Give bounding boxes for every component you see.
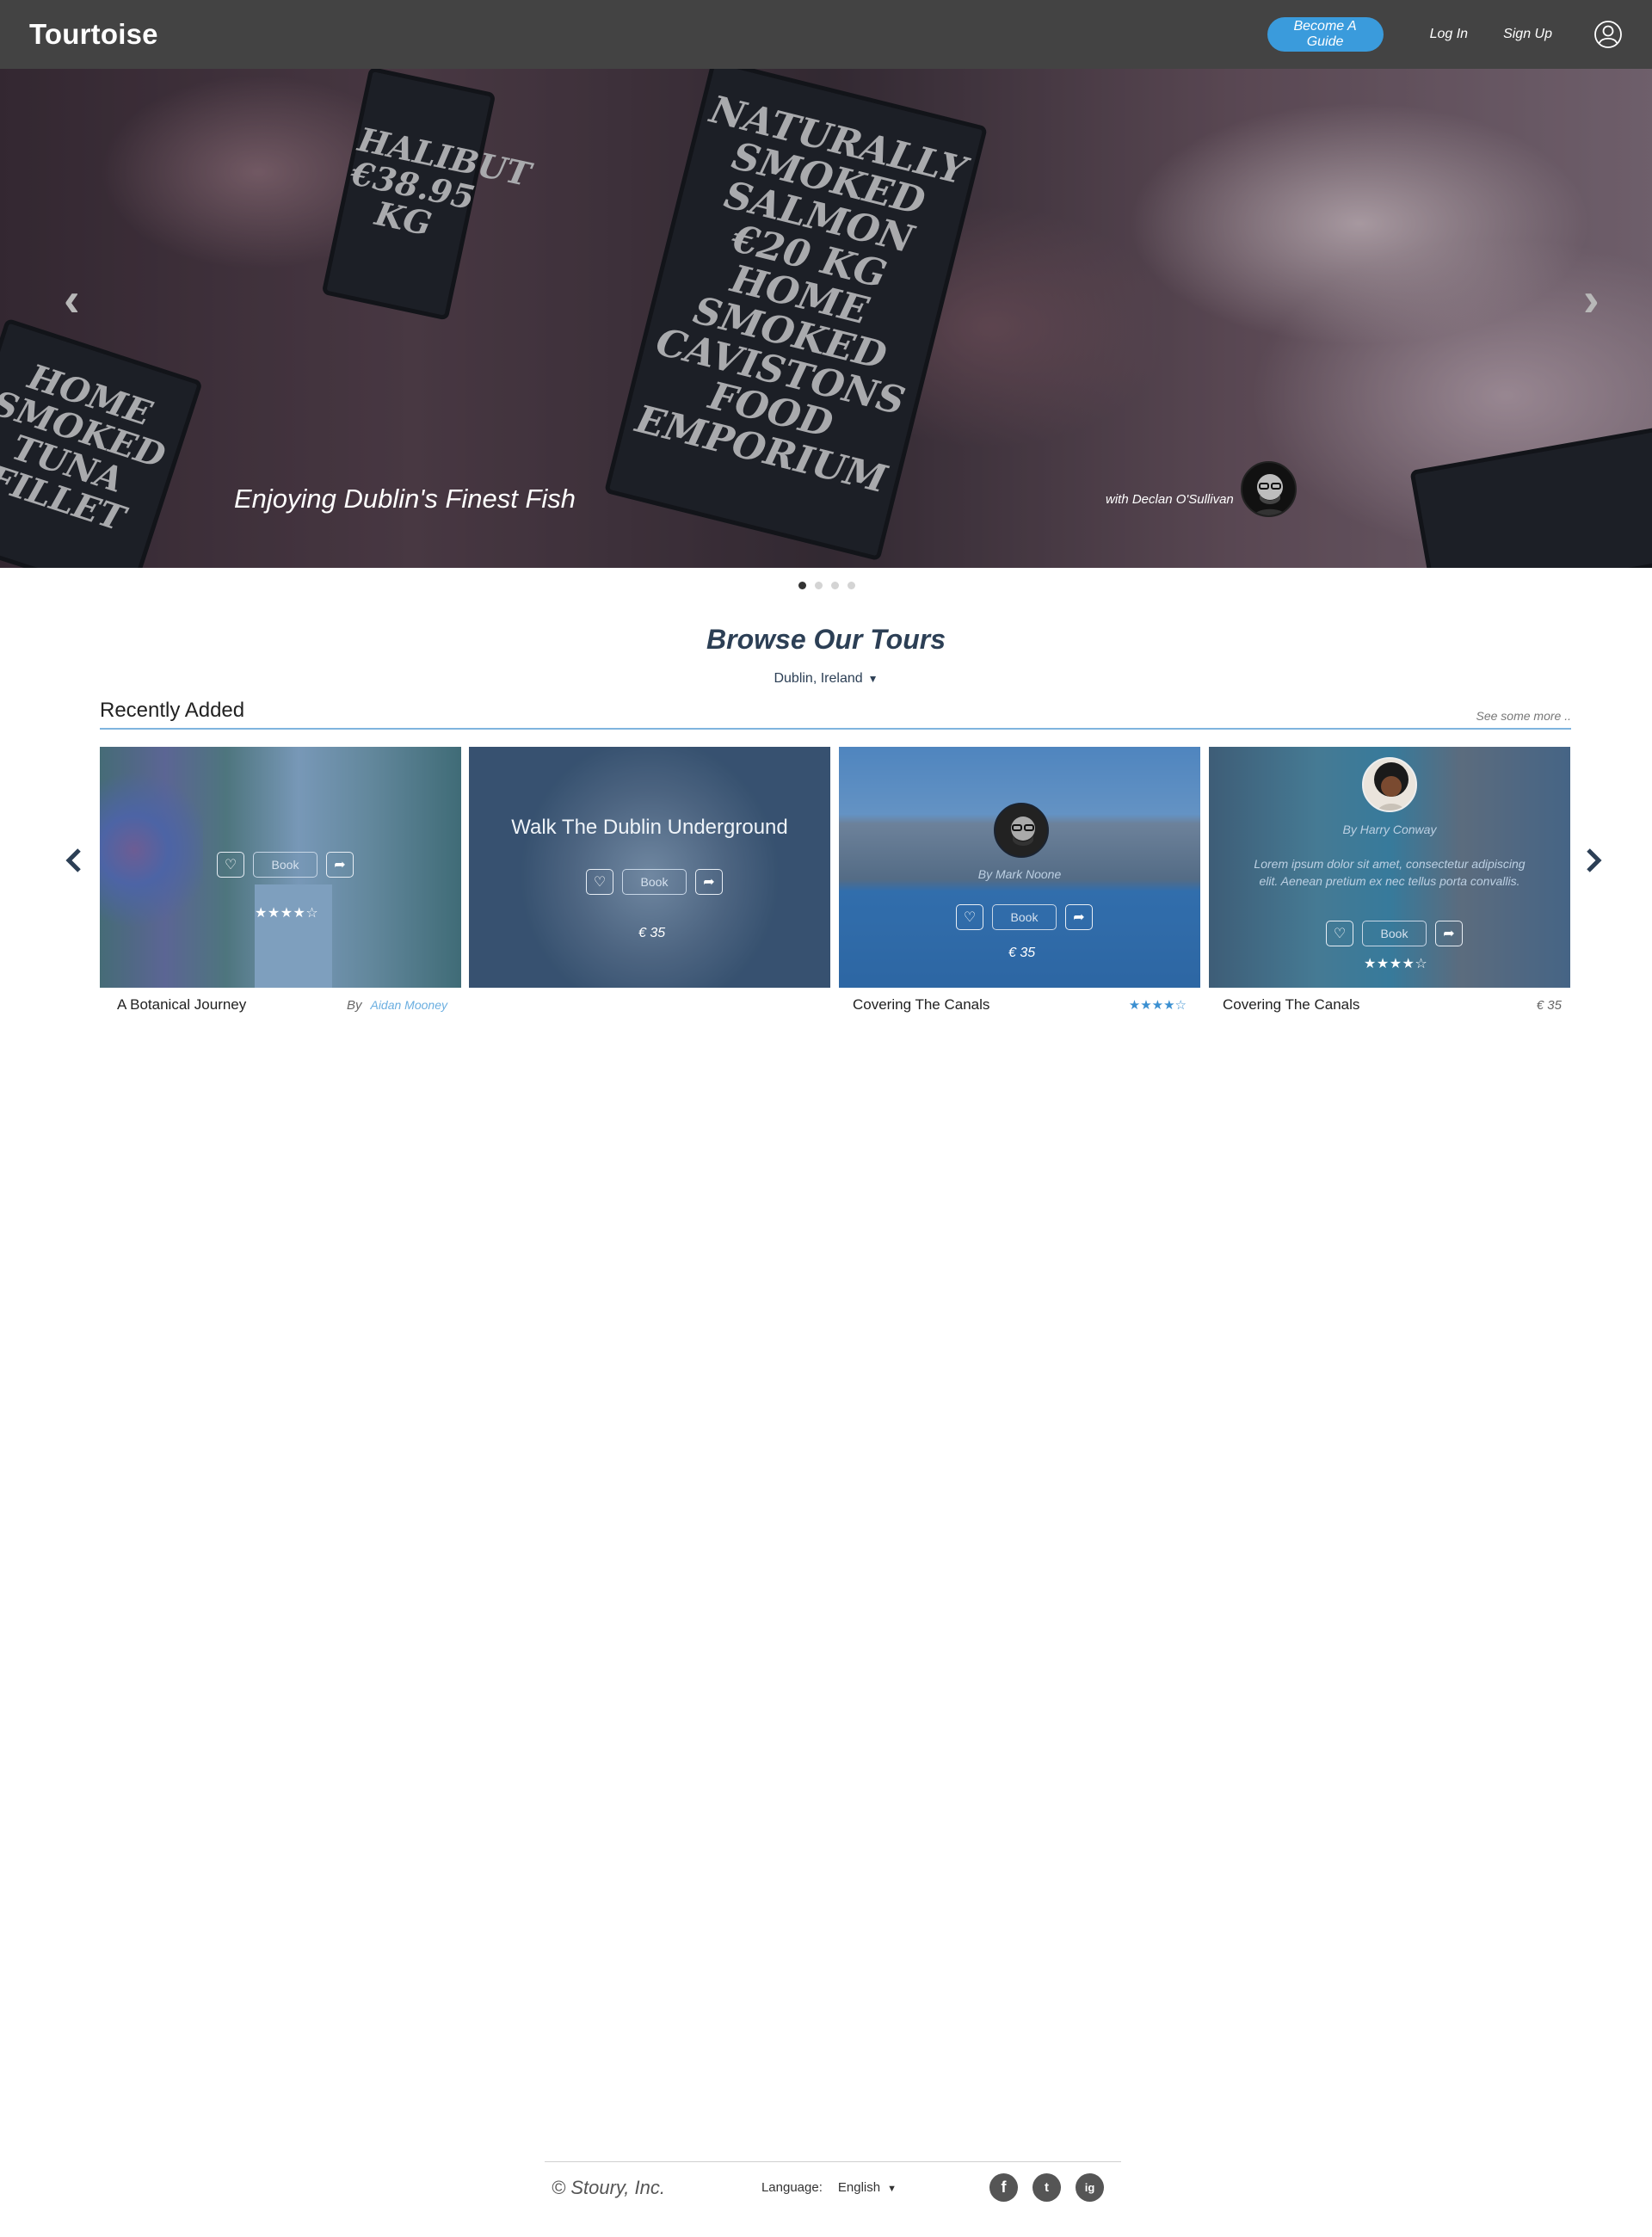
language-label: Language: (761, 2180, 823, 2195)
card-byline: By Harry Conway (1342, 823, 1437, 836)
carousel-dot[interactable] (815, 582, 823, 589)
guide-avatar[interactable] (1362, 757, 1417, 812)
rating-stars: ★★★★☆ (255, 906, 319, 921)
heart-icon[interactable]: ♡ (586, 869, 613, 895)
tour-card-botanical[interactable]: ♡ Book ➦ ★★★★☆ (100, 747, 461, 988)
card-title: A Botanical Journey (117, 996, 247, 1013)
book-button[interactable]: Book (1362, 921, 1427, 946)
chevron-down-icon: ▼ (887, 2184, 897, 2194)
browse-title: Browse Our Tours (706, 624, 946, 655)
nav-links: Become A Guide Log In Sign Up (1267, 17, 1623, 52)
card-overlay (469, 747, 830, 988)
card-price: € 35 (1536, 997, 1562, 1013)
heart-icon[interactable]: ♡ (217, 852, 244, 878)
social-links: f t ig (989, 2173, 1104, 2202)
tour-card-canals[interactable]: By Mark Noone ♡ Book ➦ € 35 (839, 747, 1200, 988)
card-title: Covering The Canals (853, 996, 990, 1013)
rating-stars: ★★★★☆ (1128, 998, 1187, 1013)
carousel-dot[interactable] (831, 582, 839, 589)
footer: © Stoury, Inc. Language: English ▼ f t ig (545, 2161, 1121, 2213)
tour-card-underground[interactable]: Walk The Dublin Underground ♡ Book ➦ € 3… (469, 747, 830, 988)
card-caption: A Botanical Journey By Aidan Mooney (117, 995, 447, 1015)
row-prev-arrow[interactable] (64, 847, 83, 881)
hero-caption: Enjoying Dublin's Finest Fish (234, 484, 576, 514)
share-icon[interactable]: ➦ (326, 852, 354, 878)
card-description: Lorem ipsum dolor sit amet, consectetur … (1254, 857, 1526, 889)
rating-stars: ★★★★☆ (1364, 957, 1428, 971)
card-byline: By Mark Noone (977, 867, 1062, 881)
card-actions: ♡ Book ➦ (217, 852, 354, 878)
book-button[interactable]: Book (622, 869, 687, 895)
card-caption: Covering The Canals ★★★★☆ (853, 995, 1187, 1015)
card-overlay-title: Walk The Dublin Underground (511, 816, 788, 839)
section-title: Recently Added (100, 699, 245, 722)
card-title: Covering The Canals (1223, 996, 1360, 1013)
see-more-link[interactable]: See some more .. (1476, 709, 1572, 723)
instagram-icon[interactable]: ig (1076, 2173, 1104, 2202)
carousel-dot[interactable] (848, 582, 855, 589)
guide-avatar[interactable] (1241, 461, 1297, 517)
row-next-arrow[interactable] (1585, 847, 1604, 881)
card-price: € 35 (638, 926, 666, 940)
chevron-down-icon: ▼ (867, 673, 878, 685)
heart-icon[interactable]: ♡ (1326, 921, 1353, 946)
hero-guide-name: with Declan O'Sullivan (1106, 492, 1234, 507)
card-actions: ♡ Book ➦ (956, 904, 1093, 930)
guide-avatar[interactable] (994, 803, 1049, 858)
book-button[interactable]: Book (992, 904, 1057, 930)
share-icon[interactable]: ➦ (695, 869, 723, 895)
card-actions: ♡ Book ➦ (586, 869, 723, 895)
language-select[interactable]: English ▼ (838, 2180, 897, 2195)
recently-added-header: Recently Added See some more .. (100, 695, 1571, 730)
user-circle-icon[interactable] (1593, 20, 1623, 49)
twitter-icon[interactable]: t (1032, 2173, 1061, 2202)
hero-next-arrow[interactable]: › (1583, 271, 1600, 327)
carousel-dot[interactable] (798, 582, 806, 589)
hero-carousel: HALIBUT €38.95 KG NATURALLY SMOKED SALMO… (0, 69, 1652, 568)
share-icon[interactable]: ➦ (1435, 921, 1463, 946)
tour-card-leprechaun[interactable]: By Harry Conway Lorem ipsum dolor sit am… (1209, 747, 1570, 988)
top-nav-bar: Tourtoise Become A Guide Log In Sign Up (0, 0, 1652, 69)
signup-link[interactable]: Sign Up (1503, 27, 1552, 42)
heart-icon[interactable]: ♡ (956, 904, 983, 930)
location-value: Dublin, Ireland (774, 671, 863, 686)
book-button[interactable]: Book (253, 852, 317, 878)
carousel-dots (798, 582, 855, 589)
logo[interactable]: Tourtoise (29, 18, 158, 51)
card-caption: Covering The Canals € 35 (1223, 995, 1562, 1015)
language-value: English (837, 2180, 881, 2195)
hero-prev-arrow[interactable]: ‹ (64, 271, 80, 327)
share-icon[interactable]: ➦ (1065, 904, 1093, 930)
card-price: € 35 (1008, 946, 1036, 960)
login-link[interactable]: Log In (1430, 27, 1468, 42)
facebook-icon[interactable]: f (989, 2173, 1018, 2202)
card-author-link[interactable]: Aidan Mooney (370, 998, 447, 1012)
card-by: By (346, 997, 362, 1013)
card-actions: ♡ Book ➦ (1326, 921, 1463, 946)
become-guide-button[interactable]: Become A Guide (1267, 17, 1384, 52)
copyright: © Stoury, Inc. (552, 2176, 665, 2198)
location-selector[interactable]: Dublin, Ireland ▼ (0, 671, 1652, 687)
